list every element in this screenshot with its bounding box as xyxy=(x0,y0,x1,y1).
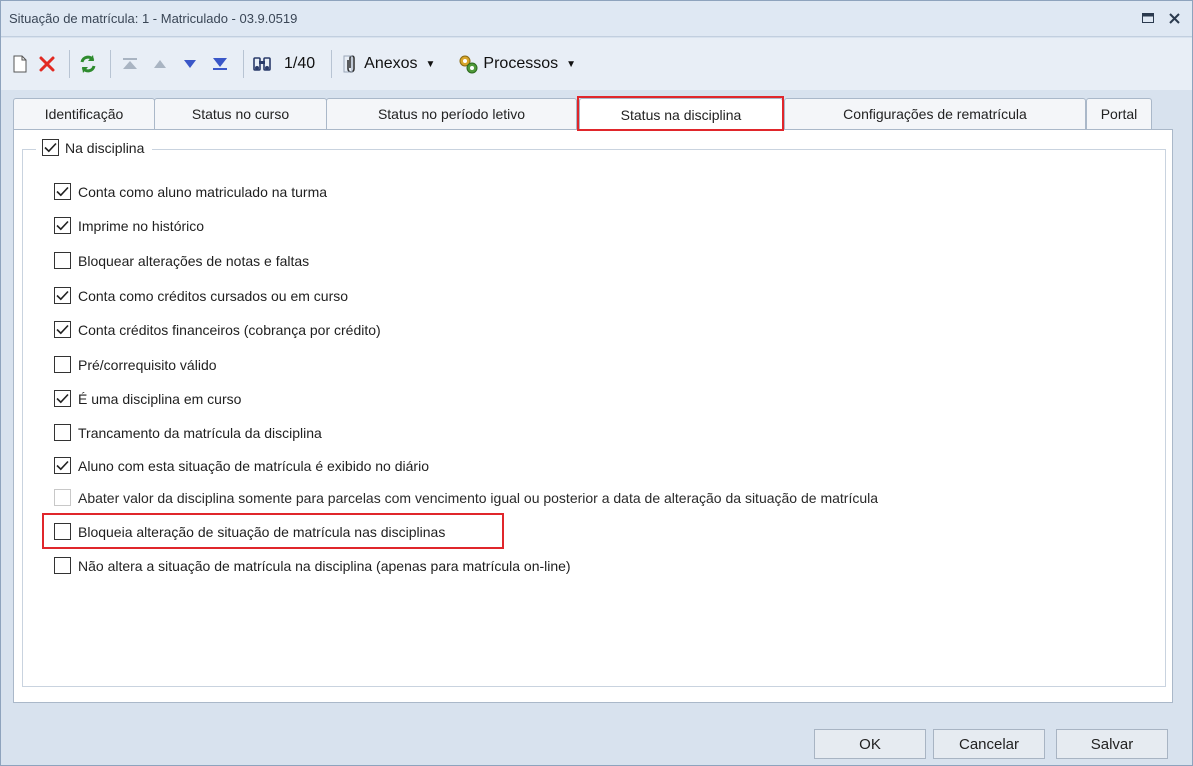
toolbar: 1/40 Anexos ▼ Processos ▼ xyxy=(1,38,1192,90)
chevron-down-icon: ▼ xyxy=(566,58,577,70)
option-label: Imprime no histórico xyxy=(78,217,205,234)
option-row: Não altera a situação de matrícula na di… xyxy=(54,557,571,574)
option-label: Pré/correquisito válido xyxy=(78,356,217,373)
option-row: Bloquear alterações de notas e faltas xyxy=(54,252,309,269)
toolbar-separator xyxy=(110,50,111,78)
option-row: Conta como aluno matriculado na turma xyxy=(54,183,327,200)
option-row: Pré/correquisito válido xyxy=(54,356,217,373)
option-row: Aluno com esta situação de matrícula é e… xyxy=(54,457,429,474)
option-row: Bloqueia alteração de situação de matríc… xyxy=(54,523,445,540)
option-label: É uma disciplina em curso xyxy=(78,390,242,407)
previous-record-icon[interactable] xyxy=(147,49,173,79)
last-record-icon[interactable] xyxy=(207,49,233,79)
new-icon[interactable] xyxy=(9,49,31,79)
window-title: Situação de matrícula: 1 - Matriculado -… xyxy=(9,11,298,26)
option-checkbox[interactable] xyxy=(54,523,71,540)
option-checkbox[interactable] xyxy=(54,356,71,373)
option-checkbox[interactable] xyxy=(54,287,71,304)
maximize-icon[interactable] xyxy=(1140,10,1156,26)
option-checkbox xyxy=(54,489,71,506)
option-label: Bloqueia alteração de situação de matríc… xyxy=(78,523,446,540)
attachments-menu[interactable]: Anexos ▼ xyxy=(338,49,439,79)
cancel-button[interactable]: Cancelar xyxy=(933,729,1045,759)
option-row: Trancamento da matrícula da disciplina xyxy=(54,424,322,441)
toolbar-separator xyxy=(69,50,70,78)
paperclip-icon xyxy=(343,55,355,73)
dialog-window: Situação de matrícula: 1 - Matriculado -… xyxy=(0,0,1193,766)
next-record-icon[interactable] xyxy=(177,49,203,79)
option-checkbox[interactable] xyxy=(54,390,71,407)
option-label: Conta como créditos cursados ou em curso xyxy=(78,287,349,304)
save-button[interactable]: Salvar xyxy=(1056,729,1168,759)
option-checkbox[interactable] xyxy=(54,557,71,574)
option-checkbox[interactable] xyxy=(54,217,71,234)
option-checkbox[interactable] xyxy=(54,252,71,269)
group-legend: Na disciplina xyxy=(36,139,153,156)
tab-portal[interactable]: Portal xyxy=(1086,98,1152,129)
option-row: Imprime no histórico xyxy=(54,217,204,234)
delete-icon[interactable] xyxy=(35,49,59,79)
tab-configuracoes-de-rematricula[interactable]: Configurações de rematrícula xyxy=(784,98,1086,129)
option-label: Conta como aluno matriculado na turma xyxy=(78,183,328,200)
title-bar: Situação de matrícula: 1 - Matriculado -… xyxy=(1,1,1192,37)
processes-menu[interactable]: Processos ▼ xyxy=(453,49,580,79)
option-label: Aluno com esta situação de matrícula é e… xyxy=(78,457,429,474)
processes-label: Processos xyxy=(483,55,559,72)
tab-status-no-curso[interactable]: Status no curso xyxy=(154,98,327,129)
option-row: Conta créditos financeiros (cobrança por… xyxy=(54,321,381,338)
option-checkbox[interactable] xyxy=(54,424,71,441)
option-checkbox[interactable] xyxy=(54,183,71,200)
tab-identificacao[interactable]: Identificação xyxy=(13,98,155,129)
refresh-icon[interactable] xyxy=(76,49,100,79)
option-label: Não altera a situação de matrícula na di… xyxy=(78,557,571,574)
group-label: Na disciplina xyxy=(65,139,145,156)
attachments-label: Anexos xyxy=(364,55,418,72)
option-label: Bloquear alterações de notas e faltas xyxy=(78,252,310,269)
chevron-down-icon: ▼ xyxy=(425,58,436,70)
binoculars-icon[interactable] xyxy=(250,49,274,79)
gears-icon xyxy=(459,55,478,74)
group-checkbox[interactable] xyxy=(42,139,59,156)
record-position: 1/40 xyxy=(284,55,316,72)
option-row: Abater valor da disciplina somente para … xyxy=(54,489,878,506)
tab-panel: Na disciplina Conta como aluno matricula… xyxy=(13,129,1173,703)
tab-status-no-periodo-letivo[interactable]: Status no período letivo xyxy=(326,98,577,129)
option-row: Conta como créditos cursados ou em curso xyxy=(54,287,348,304)
option-label: Trancamento da matrícula da disciplina xyxy=(78,424,322,441)
tab-strip: Identificação Status no curso Status no … xyxy=(13,98,1173,131)
option-row: É uma disciplina em curso xyxy=(54,390,241,407)
option-label: Conta créditos financeiros (cobrança por… xyxy=(78,321,381,338)
option-checkbox[interactable] xyxy=(54,321,71,338)
option-label: Abater valor da disciplina somente para … xyxy=(78,489,879,506)
first-record-icon[interactable] xyxy=(117,49,143,79)
toolbar-separator xyxy=(243,50,244,78)
ok-button[interactable]: OK xyxy=(814,729,926,759)
option-checkbox[interactable] xyxy=(54,457,71,474)
tab-status-na-disciplina[interactable]: Status na disciplina xyxy=(579,98,783,131)
close-icon[interactable] xyxy=(1166,10,1182,26)
toolbar-separator xyxy=(331,50,333,78)
